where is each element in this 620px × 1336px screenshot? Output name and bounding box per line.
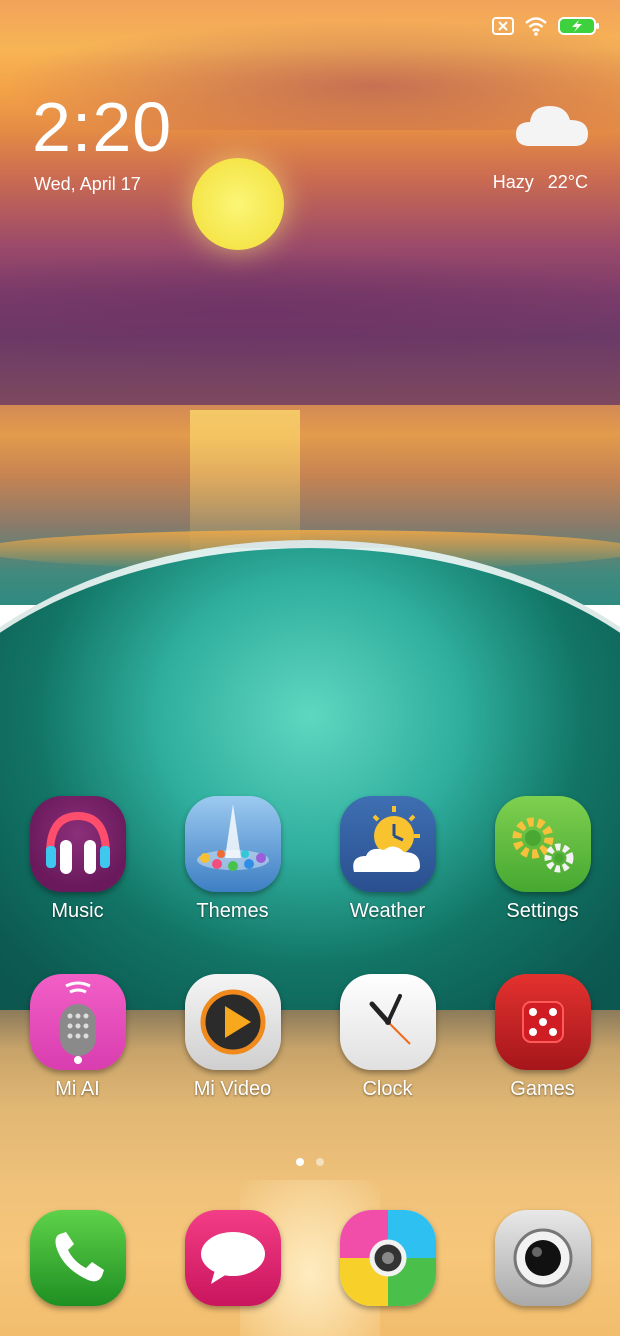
wifi-icon — [525, 17, 547, 36]
camera-icon — [494, 1210, 591, 1306]
app-label: Music — [51, 900, 104, 922]
app-row-2: Mi AI Mi Video Clock Games — [0, 974, 620, 1101]
phone-icon — [29, 1210, 126, 1306]
settings-icon — [494, 796, 591, 892]
app-label: Themes — [196, 900, 269, 922]
page-dot-active[interactable] — [296, 1158, 304, 1166]
wallpaper — [0, 0, 620, 1336]
app-mi-video[interactable]: Mi Video — [158, 974, 308, 1101]
app-mi-ai[interactable]: Mi AI — [3, 974, 153, 1101]
status-bar — [492, 16, 600, 36]
app-themes[interactable]: Themes — [158, 796, 308, 923]
app-row-1: Music Themes Weather Settings — [0, 796, 620, 923]
mi-video-icon — [184, 974, 281, 1070]
app-label: Settings — [506, 900, 579, 922]
app-label: Weather — [349, 900, 426, 922]
cloud-icon[interactable] — [514, 98, 590, 150]
app-label: Games — [510, 1078, 575, 1100]
dock-messages[interactable] — [158, 1210, 308, 1306]
app-clock[interactable]: Clock — [313, 974, 463, 1101]
weather-condition: Hazy — [492, 172, 534, 192]
battery-charging-icon — [558, 17, 599, 35]
games-icon — [494, 974, 591, 1070]
themes-icon — [184, 796, 281, 892]
mi-ai-icon — [29, 974, 126, 1070]
dock-phone[interactable] — [3, 1210, 153, 1306]
app-music[interactable]: Music — [3, 796, 153, 923]
weather-icon — [339, 796, 436, 892]
page-indicator[interactable] — [0, 1158, 620, 1166]
app-label: Clock — [362, 1078, 413, 1100]
dock-gallery[interactable] — [313, 1210, 463, 1306]
app-label: Mi AI — [55, 1078, 100, 1100]
weather-temperature: 22°C — [547, 172, 588, 192]
page-dot[interactable] — [316, 1158, 324, 1166]
dock-camera[interactable] — [468, 1210, 618, 1306]
clock-time[interactable]: 2:20 — [32, 92, 172, 162]
app-weather[interactable]: Weather — [313, 796, 463, 923]
clock-date[interactable]: Wed, April 17 — [34, 174, 141, 195]
music-icon — [29, 796, 126, 892]
weather-summary[interactable]: Hazy 22°C — [493, 172, 588, 193]
sun — [192, 158, 284, 250]
messages-icon — [184, 1210, 281, 1306]
app-label: Mi Video — [193, 1078, 272, 1100]
app-settings[interactable]: Settings — [468, 796, 618, 923]
clock-icon — [339, 974, 436, 1070]
gallery-icon — [339, 1210, 436, 1306]
app-games[interactable]: Games — [468, 974, 618, 1101]
dock — [0, 1210, 620, 1306]
no-sim-icon — [492, 17, 514, 35]
